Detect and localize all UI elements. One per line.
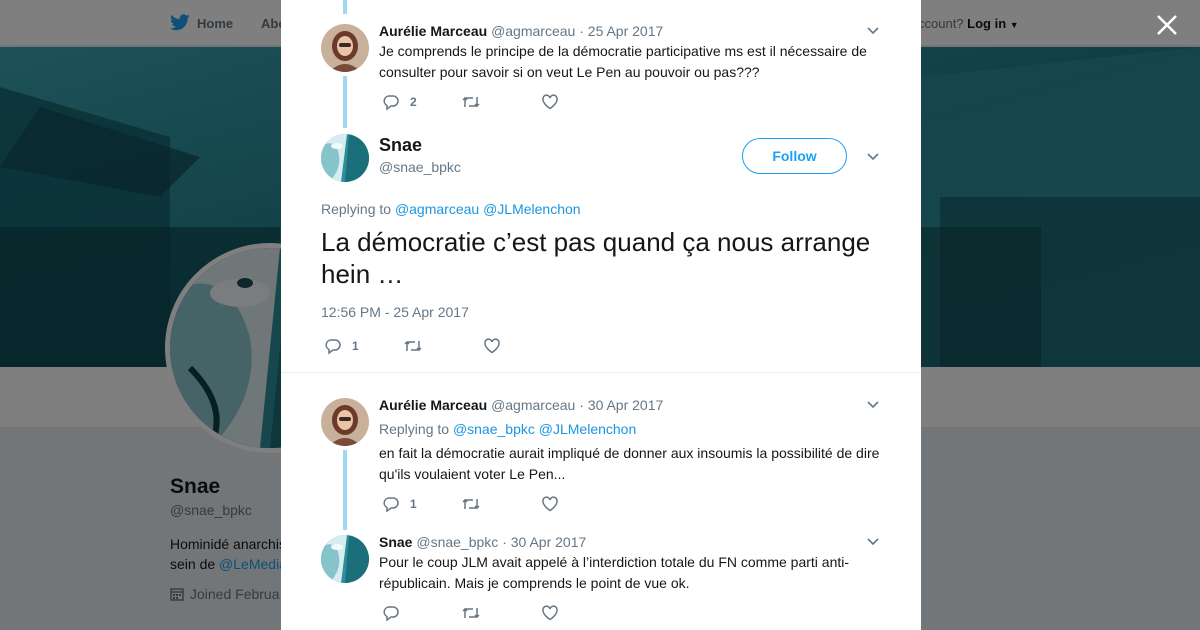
tweet-date[interactable]: 25 Apr 2017 [588, 23, 664, 39]
author-handle[interactable]: @snae_bpkc [379, 159, 461, 175]
author-handle[interactable]: @agmarceau [491, 397, 575, 413]
main-tweet-text: La démocratie c’est pas quand ça nous ar… [321, 227, 871, 289]
avatar[interactable] [321, 535, 369, 583]
separator-dot: · [579, 397, 584, 413]
tweet-modal: Aurélie Marceau @agmarceau · 25 Apr 2017… [281, 0, 921, 630]
close-icon[interactable] [1155, 13, 1179, 37]
like-button[interactable] [541, 495, 559, 513]
chevron-down-icon[interactable] [865, 23, 881, 39]
separator-dot: · [579, 23, 584, 39]
reply-icon [383, 606, 399, 622]
tweet-header: Aurélie Marceau @agmarceau · 30 Apr 2017 [379, 397, 663, 413]
reply-button[interactable] [382, 604, 410, 622]
reply-button[interactable]: 1 [382, 495, 417, 513]
author-name[interactable]: Aurélie Marceau [379, 397, 487, 413]
like-button[interactable] [483, 337, 501, 355]
thread-connector [343, 0, 347, 14]
reply-icon [325, 339, 341, 355]
thread-connector [343, 450, 347, 530]
avatar[interactable] [321, 398, 369, 446]
retweet-icon [462, 96, 480, 108]
avatar-aurelie-image [321, 398, 369, 446]
chevron-down-icon[interactable] [865, 149, 881, 165]
retweet-button[interactable] [461, 495, 481, 513]
retweet-icon [404, 340, 422, 352]
author-name[interactable]: Snae [379, 135, 422, 156]
author-handle[interactable]: @agmarceau [491, 23, 575, 39]
like-icon [542, 94, 558, 110]
mention-link[interactable]: @JLMelenchon [483, 201, 581, 217]
reply-icon [383, 95, 399, 111]
retweet-icon [462, 498, 480, 510]
mention-link[interactable]: @JLMelenchon [539, 421, 637, 437]
chevron-down-icon[interactable] [865, 534, 881, 550]
mention-link[interactable]: @snae_bpkc [453, 421, 535, 437]
like-button[interactable] [541, 93, 559, 111]
replying-to: Replying to @agmarceau @JLMelenchon [321, 201, 581, 217]
tweet-actions: 1 [324, 337, 524, 357]
avatar[interactable] [321, 24, 369, 72]
follow-button[interactable]: Follow [742, 138, 847, 174]
tweet-header: Aurélie Marceau @agmarceau · 25 Apr 2017 [379, 23, 663, 39]
replying-label: Replying to [379, 421, 450, 437]
author-name[interactable]: Aurélie Marceau [379, 23, 487, 39]
tweet-text: en fait la démocratie aurait impliqué de… [379, 445, 880, 482]
author-handle[interactable]: @snae_bpkc [416, 534, 498, 550]
retweet-icon [462, 607, 480, 619]
avatar-snae-image [321, 134, 369, 182]
thread-connector [343, 76, 347, 128]
replying-to: Replying to @snae_bpkc @JLMelenchon [379, 421, 636, 437]
tweet-text: Pour le coup JLM avait appelé à l’interd… [379, 554, 850, 591]
retweet-button[interactable] [461, 93, 481, 111]
like-icon [542, 496, 558, 512]
tweet-timestamp[interactable]: 12:56 PM - 25 Apr 2017 [321, 304, 469, 320]
divider [281, 372, 921, 373]
tweet-actions: 1 [382, 495, 582, 515]
reply-icon [383, 497, 399, 513]
tweet-date[interactable]: 30 Apr 2017 [588, 397, 664, 413]
mention-link[interactable]: @agmarceau [395, 201, 479, 217]
reply-button[interactable]: 1 [324, 337, 359, 355]
tweet-actions [382, 604, 582, 624]
avatar-aurelie-image [321, 24, 369, 72]
like-icon [484, 338, 500, 354]
reply-count: 1 [410, 497, 417, 511]
author-name[interactable]: Snae [379, 534, 412, 550]
like-button[interactable] [541, 604, 559, 622]
like-icon [542, 605, 558, 621]
separator-dot: · [502, 534, 507, 550]
reply-count: 2 [410, 95, 417, 109]
tweet-date[interactable]: 30 Apr 2017 [511, 534, 587, 550]
tweet-header: Snae @snae_bpkc · 30 Apr 2017 [379, 534, 586, 550]
tweet-actions: 2 [382, 93, 582, 113]
avatar[interactable] [321, 134, 369, 182]
tweet-text: Je comprends le principe de la démocrati… [379, 43, 867, 80]
retweet-button[interactable] [461, 604, 481, 622]
reply-button[interactable]: 2 [382, 93, 417, 111]
replying-label: Replying to [321, 201, 392, 217]
avatar-snae-image [321, 535, 369, 583]
retweet-button[interactable] [403, 337, 423, 355]
chevron-down-icon[interactable] [865, 397, 881, 413]
reply-count: 1 [352, 339, 359, 353]
